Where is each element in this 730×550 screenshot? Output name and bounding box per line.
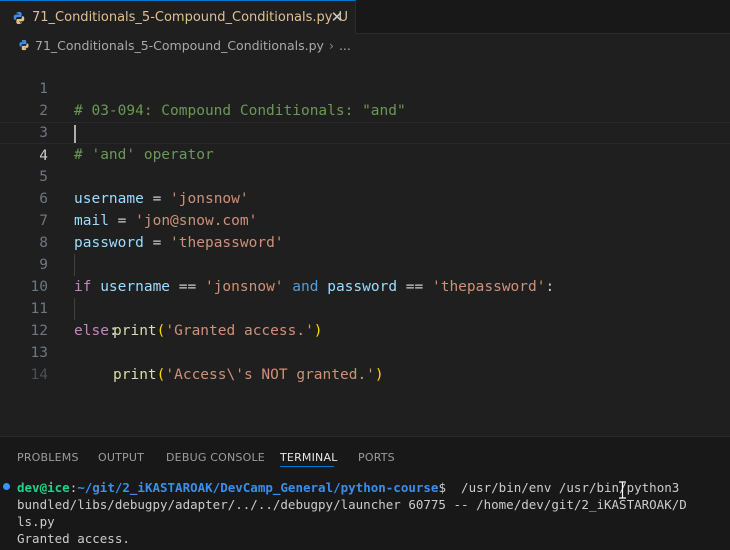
code-line-current: 4 (0, 122, 730, 164)
terminal-line: ls.py (17, 514, 55, 529)
python-file-icon (13, 11, 25, 24)
code-text: print('Access\'s NOT granted.') (113, 364, 384, 386)
python-file-icon (19, 39, 29, 51)
code-line: 3 # 'and' operator (0, 100, 730, 163)
close-icon[interactable]: ✕ (329, 9, 345, 25)
indent-guide (74, 298, 75, 320)
mouse-ibeam-cursor-icon (619, 481, 626, 499)
terminal-user: dev@ice (17, 480, 70, 495)
tab-filename: 71_Conditionals_5-Compound_Conditionals.… (32, 10, 333, 25)
code-line: 9 if username == 'jonsnow' and password … (0, 232, 730, 295)
token-string: 'Access\'s NOT granted.' (165, 367, 375, 383)
code-line: 7 password = 'thepassword' (0, 188, 730, 251)
terminal-path: ~/git/2_iKASTAROAK/DevCamp_General/pytho… (77, 480, 439, 495)
indent-guide (74, 254, 75, 276)
text-cursor (74, 125, 76, 143)
code-line: 1 # 03-094: Compound Conditionals: "and" (0, 56, 730, 119)
tab-problems[interactable]: PROBLEMS (17, 451, 79, 464)
editor-tab-bar: 71_Conditionals_5-Compound_Conditionals.… (0, 0, 730, 34)
tab-debug-console[interactable]: DEBUG CONSOLE (166, 451, 265, 464)
tab-ports[interactable]: PORTS (358, 451, 395, 464)
code-line: 8 (0, 210, 730, 251)
bottom-panel: PROBLEMS OUTPUT DEBUG CONSOLE TERMINAL P… (0, 436, 730, 550)
token-function: print (113, 367, 157, 383)
breadcrumb-separator-icon: › (328, 37, 334, 53)
active-tab-indicator (280, 466, 334, 467)
terminal-line: Granted access. (17, 531, 130, 546)
code-line: 10 print('Granted access.') (0, 254, 730, 339)
breadcrumb-file[interactable]: 71_Conditionals_5-Compound_Conditionals.… (35, 38, 324, 53)
breadcrumb-more[interactable]: ... (339, 38, 351, 53)
code-line: 6 mail = 'jon@snow.com' (0, 166, 730, 229)
breadcrumb: 71_Conditionals_5-Compound_Conditionals.… (0, 34, 730, 56)
tab-output[interactable]: OUTPUT (98, 451, 144, 464)
code-line: 5 username = 'jonsnow' (0, 144, 730, 207)
panel-tab-bar: PROBLEMS OUTPUT DEBUG CONSOLE TERMINAL P… (0, 437, 730, 477)
command-status-dot-icon (3, 483, 10, 490)
terminal-command: /usr/bin/env /usr/bin/python3 (453, 480, 680, 495)
terminal-line: bundled/libs/debugpy/adapter/../../debug… (17, 497, 687, 512)
terminal-line: dev@ice:~/git/2_iKASTAROAK/DevCamp_Gener… (17, 479, 679, 496)
code-line: 13 (0, 320, 730, 361)
token-paren: ) (374, 367, 384, 383)
code-line: 12 print('Access\'s NOT granted.') (0, 298, 730, 383)
terminal-prompt: $ (438, 480, 454, 495)
code-line: 11 else: (0, 276, 730, 339)
code-line: 14 (0, 342, 730, 383)
editor-tab-active[interactable]: 71_Conditionals_5-Compound_Conditionals.… (0, 0, 356, 34)
line-number: 14 (30, 367, 48, 383)
code-editor[interactable]: 1 # 03-094: Compound Conditionals: "and"… (0, 56, 730, 436)
code-line: 2 (0, 78, 730, 119)
tab-terminal[interactable]: TERMINAL (280, 451, 338, 464)
